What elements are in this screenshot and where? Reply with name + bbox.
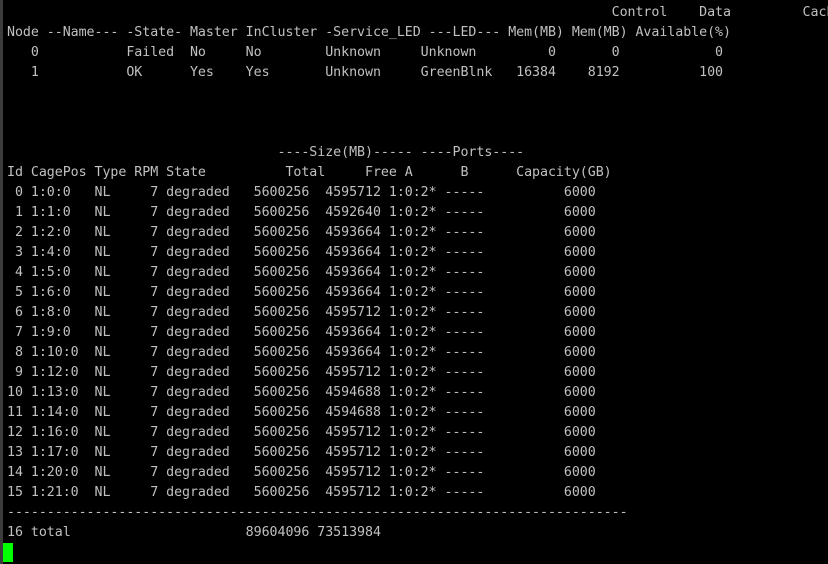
terminal-line: 0 1:0:0 NL 7 degraded 5600256 4595712 1:… <box>7 185 596 200</box>
terminal-cursor <box>3 543 13 562</box>
terminal-line: 15 1:21:0 NL 7 degraded 5600256 4595712 … <box>7 485 596 500</box>
terminal-line: 3 1:4:0 NL 7 degraded 5600256 4593664 1:… <box>7 245 596 260</box>
terminal-line: 11 1:14:0 NL 7 degraded 5600256 4594688 … <box>7 405 596 420</box>
terminal-line: 5 1:6:0 NL 7 degraded 5600256 4593664 1:… <box>7 285 596 300</box>
terminal-window[interactable]: Control Data Cache Node --Name--- -State… <box>0 0 828 564</box>
terminal-line: 13 1:17:0 NL 7 degraded 5600256 4595712 … <box>7 445 596 460</box>
terminal-line: 10 1:13:0 NL 7 degraded 5600256 4594688 … <box>7 385 596 400</box>
terminal-line: 6 1:8:0 NL 7 degraded 5600256 4595712 1:… <box>7 305 596 320</box>
terminal-line: Control Data Cache <box>7 5 828 20</box>
terminal-line: Id CagePos Type RPM State Total Free A B… <box>7 165 612 180</box>
terminal-line: 0 Failed No No Unknown Unknown 0 0 0 <box>7 45 723 60</box>
terminal-line: 8 1:10:0 NL 7 degraded 5600256 4593664 1… <box>7 345 596 360</box>
terminal-line: 9 1:12:0 NL 7 degraded 5600256 4595712 1… <box>7 365 596 380</box>
terminal-line: Node --Name--- -State- Master InCluster … <box>7 25 731 40</box>
terminal-separator-line: ----------------------------------------… <box>7 505 628 520</box>
window-left-border <box>0 0 3 564</box>
terminal-line: 1 1:1:0 NL 7 degraded 5600256 4592640 1:… <box>7 205 596 220</box>
terminal-line: 7 1:9:0 NL 7 degraded 5600256 4593664 1:… <box>7 325 596 340</box>
terminal-line: 4 1:5:0 NL 7 degraded 5600256 4593664 1:… <box>7 265 596 280</box>
terminal-line: 14 1:20:0 NL 7 degraded 5600256 4595712 … <box>7 465 596 480</box>
terminal-line: ----Size(MB)----- ----Ports---- <box>7 145 525 160</box>
terminal-line: 2 1:2:0 NL 7 degraded 5600256 4593664 1:… <box>7 225 596 240</box>
terminal-total-line: 16 total 89604096 73513984 <box>7 525 381 540</box>
terminal-line: 12 1:16:0 NL 7 degraded 5600256 4595712 … <box>7 425 596 440</box>
terminal-line: 1 OK Yes Yes Unknown GreenBlnk 16384 819… <box>7 65 723 80</box>
